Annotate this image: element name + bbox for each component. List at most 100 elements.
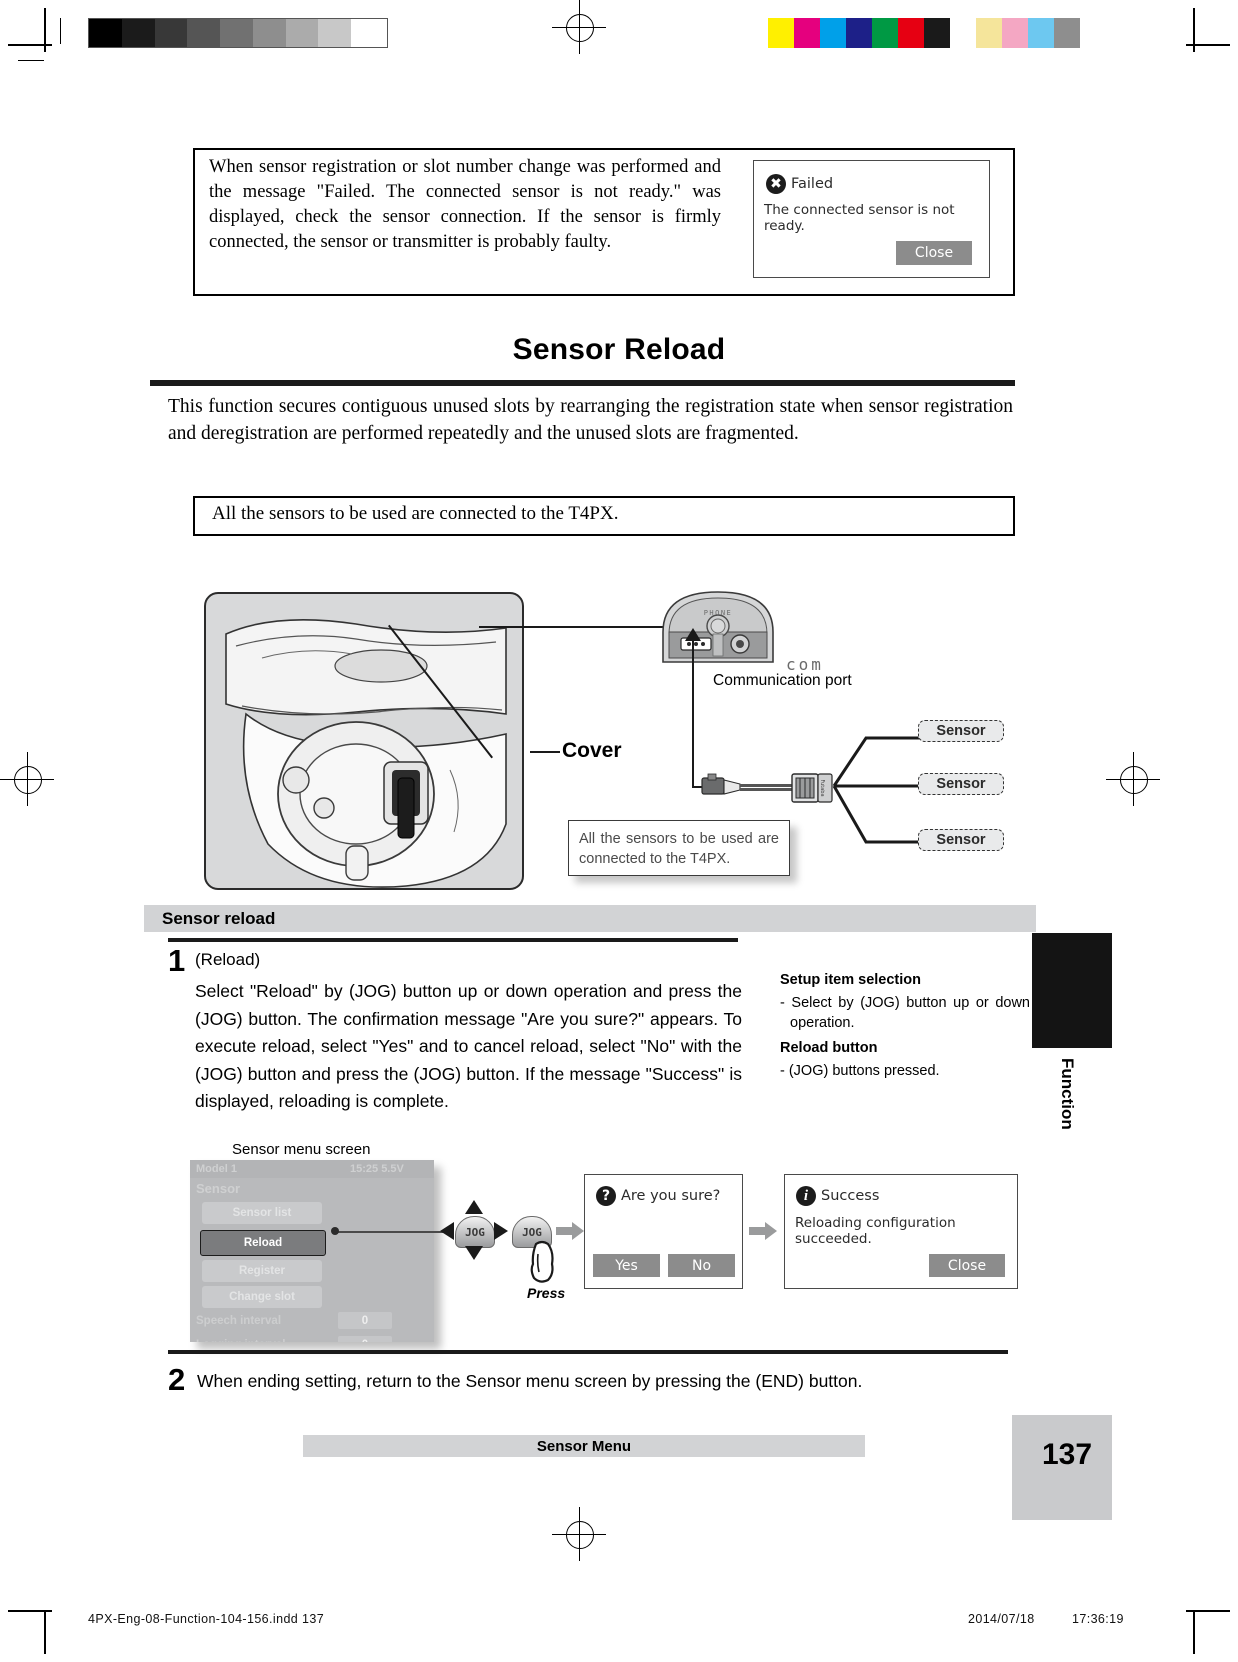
question-icon: ? [596,1186,616,1206]
cable-lead-vertical [692,640,694,788]
confirm-dialog-yes-button[interactable]: Yes [593,1254,660,1277]
communication-port-module: PHONE [659,588,777,666]
cover-label: Cover [562,739,622,762]
footer-time: 17:36:19 [1072,1612,1124,1626]
intro-paragraph: This function secures contiguous unused … [168,396,1013,444]
transmitter-photo [204,592,524,890]
confirm-dialog-no-button[interactable]: No [668,1254,735,1277]
lcd-item-sensor-list[interactable]: Sensor list [202,1202,322,1224]
communication-port-label: Communication port [713,672,852,689]
side-tab-label: Function [1058,1058,1077,1130]
lcd-row-label-speech-interval: Speech interval [196,1315,282,1327]
step1-number: 1 [168,943,186,978]
confirm-dialog-title: Are you sure? [621,1188,721,1204]
lcd-menu-title: Sensor [196,1181,241,1196]
page-number: 137 [1042,1438,1093,1471]
step1-subtitle: (Reload) [195,950,261,969]
success-dialog-message: Reloading configuration succeeded. [795,1215,956,1247]
sidebar-reload-body: - (JOG) buttons pressed. [780,1063,940,1079]
step2-number: 2 [168,1362,186,1397]
svg-text:Futaba: Futaba [819,779,825,796]
jog-right-arrow-icon [494,1222,508,1240]
registration-cross-top-v [578,0,580,54]
section-header-sensor-reload: Sensor reload [144,905,1036,932]
registration-mark-right [1120,766,1148,794]
sensor-chip-1: Sensor [918,720,1004,742]
press-label: Press [527,1285,566,1301]
lcd-model-name: Model 1 [196,1163,237,1175]
cover-label-lead [530,751,560,753]
registration-mark-top [566,14,594,42]
title-rule [150,380,1015,386]
success-dialog-title: Success [821,1188,880,1204]
registration-cross-right-v [1132,752,1134,806]
step1-text: Select "Reload" by (JOG) button up or do… [195,981,742,1111]
info-icon: i [796,1186,816,1206]
press-hand-icon [524,1240,564,1284]
error-x-icon: ✖ [766,174,786,194]
footer-section-bar: Sensor Menu [303,1435,865,1457]
step2-text: When ending setting, return to the Senso… [197,1371,863,1391]
note-text: When sensor registration or slot number … [209,157,721,252]
jog-button-left[interactable]: JOG [455,1216,495,1248]
side-tab-marker [1032,933,1112,1048]
crop-mark-bl-h [8,1610,52,1612]
crop-mark-br-h [1186,1610,1230,1612]
failed-dialog-title: Failed [791,176,834,192]
lcd-item-reload[interactable]: Reload [200,1230,326,1256]
sensor-chip-3: Sensor [918,829,1004,851]
lcd-item-register[interactable]: Register [202,1260,322,1282]
sensor-menu-screen-caption: Sensor menu screen [232,1141,371,1158]
reload-connector-line [334,1231,452,1233]
sidebar-setup-title: Setup item selection [780,972,922,988]
crop-mark-bl-v [44,1610,46,1654]
failed-dialog-message: The connected sensor is not ready. [764,202,955,234]
step1-rule [168,938,738,942]
crop-mark-tr-h [1186,44,1230,46]
trim-left-h [18,60,44,62]
transmitter-illustration [225,618,507,888]
svg-text:PHONE: PHONE [704,609,733,617]
lcd-row-value-speech-interval[interactable]: 0 [338,1312,392,1329]
sensor-branch-lines [832,736,920,844]
trim-left-v [60,18,62,44]
lcd-item-change-slot[interactable]: Change slot [202,1286,322,1308]
cover-lead-line-horizontal [479,626,679,628]
lcd-row-label-logging-interval: Logging interval [196,1339,285,1342]
registration-cross-bottom-v [578,1507,580,1561]
flow-arrow-2-icon [749,1222,777,1245]
footer-filename: 4PX-Eng-08-Function-104-156.indd 137 [88,1612,325,1626]
sensor-chip-2: Sensor [918,773,1004,795]
lcd-clock-voltage: 15:25 5.5V [350,1163,404,1175]
success-dialog: i Success Reloading configuration succee… [784,1174,1018,1289]
cable-arrow-icon [685,628,701,641]
confirm-dialog-header: ? Are you sure? [596,1186,720,1206]
step2-rule [168,1350,1008,1354]
page-title: Sensor Reload [512,333,726,366]
failed-dialog: ✖ Failed The connected sensor is not rea… [753,160,990,278]
sidebar-setup-body: - Select by (JOG) button up or down oper… [780,995,1030,1031]
requirement-text: All the sensors to be used are connected… [212,503,619,524]
success-dialog-close-button[interactable]: Close [929,1254,1005,1277]
crop-mark-tl-h [8,44,52,46]
jog-left-arrow-icon [440,1222,454,1240]
grayscale-calibration-strip [88,18,388,48]
confirm-dialog: ? Are you sure? Yes No [584,1174,743,1289]
footer-date: 2014/07/18 [968,1612,1035,1626]
failed-dialog-close-button[interactable]: Close [896,241,972,265]
registration-mark-left [14,766,42,794]
sensor-menu-lcd: Model 1 15:25 5.5V Sensor Sensor list Re… [190,1160,434,1342]
registration-mark-bottom [566,1521,594,1549]
failed-dialog-header: ✖ Failed [766,174,833,194]
success-dialog-header: i Success [796,1186,879,1206]
registration-cross-left-v [26,752,28,806]
sensor-hub-cable: Futaba [700,768,840,806]
reload-connector-dot [331,1227,339,1235]
jog-up-arrow-icon [465,1200,483,1214]
crop-mark-br-v [1193,1610,1195,1654]
diagram-callout: All the sensors to be used are connected… [568,820,790,876]
lcd-row-value-logging-interval[interactable]: 0 [338,1336,392,1342]
sidebar-reload-title: Reload button [780,1040,878,1056]
flow-arrow-1-icon [556,1222,584,1245]
jog-down-arrow-icon [465,1246,483,1260]
